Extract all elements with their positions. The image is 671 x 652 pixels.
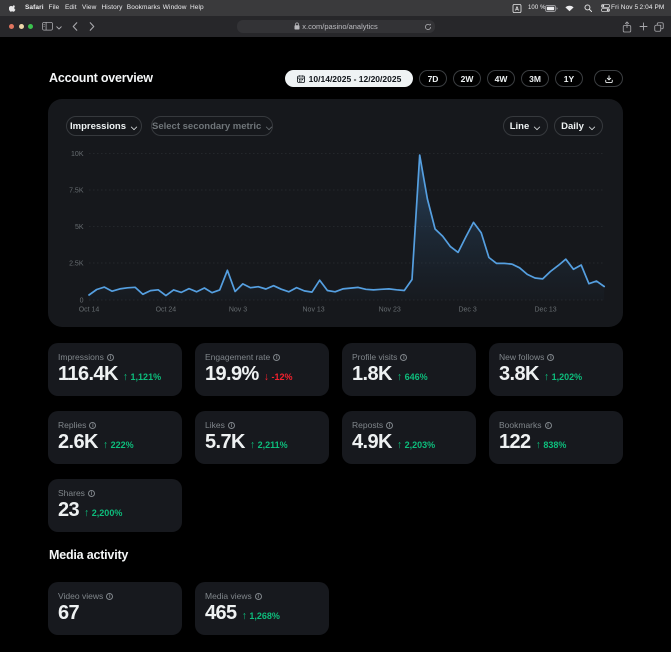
svg-text:A: A xyxy=(515,6,519,12)
svg-text:Dec 13: Dec 13 xyxy=(535,307,557,314)
svg-text:Oct 24: Oct 24 xyxy=(156,307,177,314)
svg-text:Nov 3: Nov 3 xyxy=(229,307,247,314)
svg-text:10K: 10K xyxy=(71,151,84,158)
svg-text:Dec 3: Dec 3 xyxy=(458,307,476,314)
svg-text:0: 0 xyxy=(80,298,84,305)
svg-text:Nov 13: Nov 13 xyxy=(303,307,325,314)
svg-text:2.5K: 2.5K xyxy=(69,261,84,268)
svg-text:7.5K: 7.5K xyxy=(69,188,84,195)
svg-text:Oct 14: Oct 14 xyxy=(79,307,100,314)
svg-text:5K: 5K xyxy=(75,224,84,231)
svg-text:Nov 23: Nov 23 xyxy=(379,307,401,314)
